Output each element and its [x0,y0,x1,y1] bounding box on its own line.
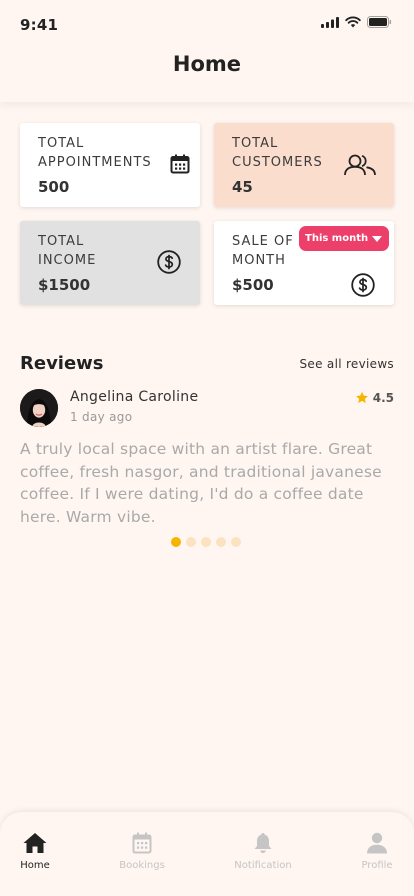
pager-dot-5[interactable] [231,537,241,547]
dollar-icon [157,250,181,274]
bottom-tab-bar: Home Bookings Notification Profile [0,812,414,896]
avatar-image [20,389,58,427]
customers-label: TOTAL CUSTOMERS [232,136,323,170]
reviews-title: Reviews [20,353,104,374]
sale-value: $500 [232,276,274,294]
tab-notification-label: Notification [234,860,292,871]
income-card[interactable]: TOTAL INCOME $1500 [20,221,200,305]
dollar-icon [351,273,375,297]
see-all-reviews-link[interactable]: See all reviews [300,357,394,371]
income-label: TOTAL INCOME [38,234,97,268]
calendar-icon [132,832,152,854]
sale-label: SALE OF MONTH [232,234,294,268]
status-icons [321,16,392,28]
tab-home[interactable]: Home [0,832,75,871]
review-pager [171,537,241,547]
star-icon [355,391,368,404]
income-value: $1500 [38,276,91,294]
sale-card[interactable]: SALE OF MONTH $500 This month [214,221,394,305]
tab-profile-label: Profile [361,860,393,871]
customers-card[interactable]: TOTAL CUSTOMERS 45 [214,123,394,207]
users-icon [344,154,376,176]
pager-dot-1[interactable] [171,537,181,547]
bell-icon [254,833,272,853]
battery-icon [367,16,392,28]
appointments-card[interactable]: TOTAL APPOINTMENTS 500 [20,123,200,207]
tab-bookings-label: Bookings [119,860,165,871]
page-title: Home [172,52,242,76]
month-filter-dropdown[interactable]: This month [299,226,389,251]
reviewer-name: Angelina Caroline [70,389,199,405]
review-rating: 4.5 [355,391,394,405]
tab-home-label: Home [20,860,50,871]
status-bar: 9:41 [0,0,414,44]
calendar-icon [170,154,190,174]
profile-icon [367,832,387,854]
status-time: 9:41 [20,16,59,34]
tab-profile[interactable]: Profile [337,832,414,871]
chevron-down-icon [372,236,382,242]
avatar [20,389,58,427]
customers-value: 45 [232,178,253,196]
wifi-icon [345,16,361,28]
tab-bookings[interactable]: Bookings [102,832,182,871]
rating-value: 4.5 [372,391,394,405]
pager-dot-2[interactable] [186,537,196,547]
month-filter-label: This month [305,233,369,244]
signal-icon [321,16,339,28]
review-text: A truly local space with an artist flare… [20,440,382,526]
tab-notification[interactable]: Notification [223,832,303,871]
appointments-value: 500 [38,178,70,196]
home-icon [23,833,47,853]
pager-dot-3[interactable] [201,537,211,547]
appointments-label: TOTAL APPOINTMENTS [38,136,152,170]
review-date: 1 day ago [70,410,133,424]
pager-dot-4[interactable] [216,537,226,547]
